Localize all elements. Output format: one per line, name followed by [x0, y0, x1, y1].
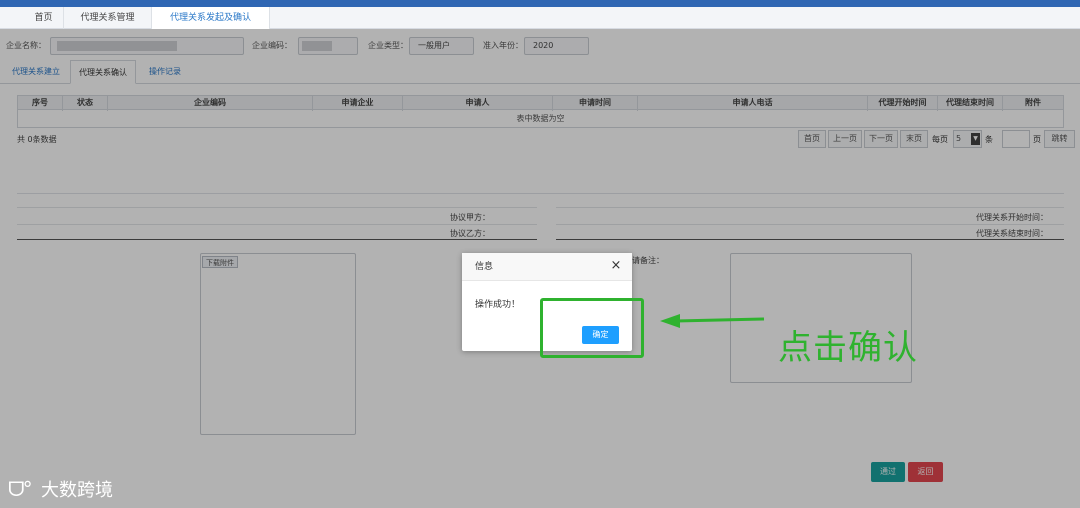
logo-mark-icon: ᗜ°: [8, 477, 33, 501]
close-icon[interactable]: ×: [610, 259, 622, 272]
dialog-title: 信息: [462, 253, 632, 281]
tab-agency-management[interactable]: 代理关系管理: [64, 7, 152, 29]
annotation-text: 点击确认: [778, 328, 918, 368]
logo-text: 大数跨境: [40, 480, 113, 501]
watermark-logo: ᗜ° 大数跨境: [8, 476, 113, 502]
top-header-bar: [0, 0, 1080, 7]
dialog-message: 操作成功！: [475, 300, 521, 310]
highlight-box: [540, 298, 644, 358]
tab-agency-initiate-confirm[interactable]: 代理关系发起及确认: [152, 7, 270, 29]
tab-home[interactable]: 首页: [24, 7, 64, 29]
main-tab-bar: 首页 代理关系管理 代理关系发起及确认: [0, 7, 1080, 29]
arrow-left-icon: [660, 314, 765, 328]
